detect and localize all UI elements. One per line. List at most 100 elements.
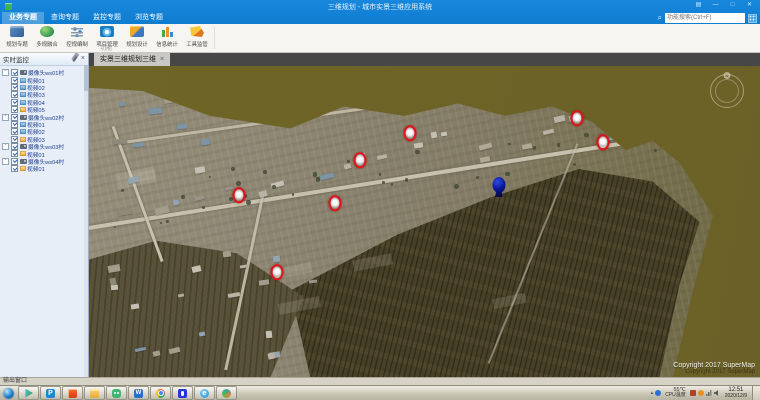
expander-icon[interactable]: - <box>2 69 9 76</box>
ie-icon: e <box>200 389 209 398</box>
tree-item-row[interactable]: 视频04 <box>2 99 88 106</box>
ribbon-tab-3[interactable]: 监控专题 <box>86 12 128 24</box>
scene-tab[interactable]: 实景三维规划三维 × <box>94 52 170 66</box>
sidebar-title: 实时监控 <box>3 54 74 64</box>
tree-item-row[interactable]: 视频03 <box>2 91 88 98</box>
plan-icon <box>10 26 24 37</box>
camera-marker[interactable] <box>232 188 245 204</box>
maximize-button[interactable]: □ <box>724 0 741 11</box>
taskbar-app-sphere[interactable] <box>216 386 237 400</box>
camera-marker[interactable] <box>404 126 417 142</box>
wps-icon <box>68 389 77 398</box>
checkbox[interactable] <box>11 128 18 135</box>
ribbon-tab-1[interactable]: 业务专题 <box>2 12 44 24</box>
control-icon <box>70 26 84 37</box>
checkbox[interactable] <box>11 150 18 157</box>
camera-marker[interactable] <box>328 195 341 211</box>
output-window-label: 输出窗口 <box>3 378 27 384</box>
tray-security-icon[interactable] <box>690 390 696 396</box>
taskbar-clock[interactable]: 12:51 2020/12/9 <box>725 387 747 400</box>
checkbox[interactable] <box>11 91 18 98</box>
document-tabbar: 实景三维规划三维 × <box>89 52 760 66</box>
checkbox[interactable] <box>11 106 18 113</box>
copyright-text: Copyright 2017 SuperMap <box>673 362 755 369</box>
tray-volume-icon[interactable] <box>714 390 720 396</box>
window-controls: ▤ — □ ✕ <box>690 0 758 11</box>
apps-grid-icon[interactable] <box>748 14 757 23</box>
camera-marker[interactable] <box>354 153 367 169</box>
checkbox[interactable] <box>11 121 18 128</box>
ribbon-tab-strip: 业务专题查询专题监控专题浏览专题 <box>2 12 170 24</box>
checkbox[interactable] <box>11 84 18 91</box>
taskbar-app-wps[interactable] <box>62 386 83 400</box>
checkbox[interactable] <box>11 165 18 172</box>
expander-icon[interactable]: - <box>2 158 9 165</box>
checkbox[interactable] <box>11 136 18 143</box>
expander-icon[interactable]: - <box>2 114 9 121</box>
tree-item-row[interactable]: 视频02 <box>2 84 88 91</box>
cpu-temp-widget[interactable]: 55℃ CPU温度 <box>665 388 686 399</box>
camera-icon <box>20 144 27 149</box>
tray-app-icon[interactable] <box>655 390 661 396</box>
sidebar-scrollbar[interactable] <box>84 65 88 378</box>
camera-marker[interactable] <box>571 110 584 126</box>
checkbox[interactable] <box>11 114 18 121</box>
sphere-icon <box>222 389 231 398</box>
map-3d-viewport[interactable]: N Copyright 2017 SuperMap Copyright 2017… <box>89 66 760 378</box>
taskbar-app-folder[interactable] <box>84 386 105 400</box>
scrollbar-thumb[interactable] <box>84 65 88 91</box>
taskbar-app-baidu[interactable] <box>172 386 193 400</box>
tray-network-icon[interactable] <box>706 390 712 396</box>
sidebar-close-icon[interactable]: × <box>81 55 85 62</box>
tray-chevron-icon[interactable]: ▴ <box>651 390 654 396</box>
selected-camera-marker[interactable] <box>492 177 505 193</box>
cpu-temp-label: CPU温度 <box>665 393 686 399</box>
minimize-button[interactable]: — <box>707 0 724 11</box>
taskbar-app-p-app[interactable]: P <box>40 386 61 400</box>
video-icon <box>20 100 26 105</box>
taskbar-app-ie[interactable]: e <box>194 386 215 400</box>
close-button[interactable]: ✕ <box>741 0 758 11</box>
map-copyright: Copyright 2017 SuperMap Copyright 2017 S… <box>673 362 755 375</box>
ribbon-tab-2[interactable]: 查询专题 <box>44 12 86 24</box>
checkbox[interactable] <box>11 99 18 106</box>
tree-item-row[interactable]: 视频01 <box>2 165 88 172</box>
copyright-watermark: Copyright 2017 SuperMap <box>673 369 755 375</box>
checkbox[interactable] <box>11 69 18 76</box>
search-input[interactable] <box>665 13 745 23</box>
search-icon: ⌕ <box>658 13 662 23</box>
camera-icon <box>20 70 27 75</box>
aerial-imagery <box>89 66 760 378</box>
layout-grid-icon[interactable]: ▤ <box>690 0 707 11</box>
tray-alert-icon[interactable] <box>698 390 704 396</box>
tree-item-row[interactable]: 视频02 <box>2 128 88 135</box>
system-tray: ▴ 55℃ CPU温度 12:51 2020/12/9 <box>651 386 760 400</box>
ribbon-tab-4[interactable]: 浏览专题 <box>128 12 170 24</box>
checkbox[interactable] <box>11 77 18 84</box>
tree-group-row[interactable]: -摄像头ws03村 <box>2 143 88 150</box>
taskbar-app-word[interactable]: W <box>128 386 149 400</box>
start-button[interactable] <box>3 388 14 399</box>
compass-icon[interactable]: N <box>710 74 744 108</box>
road <box>122 66 667 143</box>
function-search: ⌕ <box>658 13 757 23</box>
tree-group-row[interactable]: -摄像头ws04村 <box>2 158 88 165</box>
video-icon <box>20 85 26 90</box>
tab-close-icon[interactable]: × <box>160 56 164 63</box>
camera-marker[interactable] <box>596 134 609 150</box>
checkbox[interactable] <box>11 143 18 150</box>
show-desktop-button[interactable] <box>752 386 760 400</box>
camera-marker[interactable] <box>270 264 283 280</box>
chrome-icon <box>156 389 165 398</box>
taskbar-app-wechat[interactable] <box>106 386 127 400</box>
window-title: 三维规划 - 城市实景三维应用系统 <box>328 2 432 12</box>
tree-group-row[interactable]: -摄像头ws01村 <box>2 69 88 76</box>
video-icon <box>20 166 26 171</box>
media-play-icon <box>24 389 33 398</box>
word-icon: W <box>134 389 143 398</box>
expander-icon[interactable]: - <box>2 143 9 150</box>
taskbar-app-chrome[interactable] <box>150 386 171 400</box>
tree-item-row[interactable]: 视频01 <box>2 121 88 128</box>
taskbar-app-media-play[interactable] <box>18 386 39 400</box>
checkbox[interactable] <box>11 158 18 165</box>
